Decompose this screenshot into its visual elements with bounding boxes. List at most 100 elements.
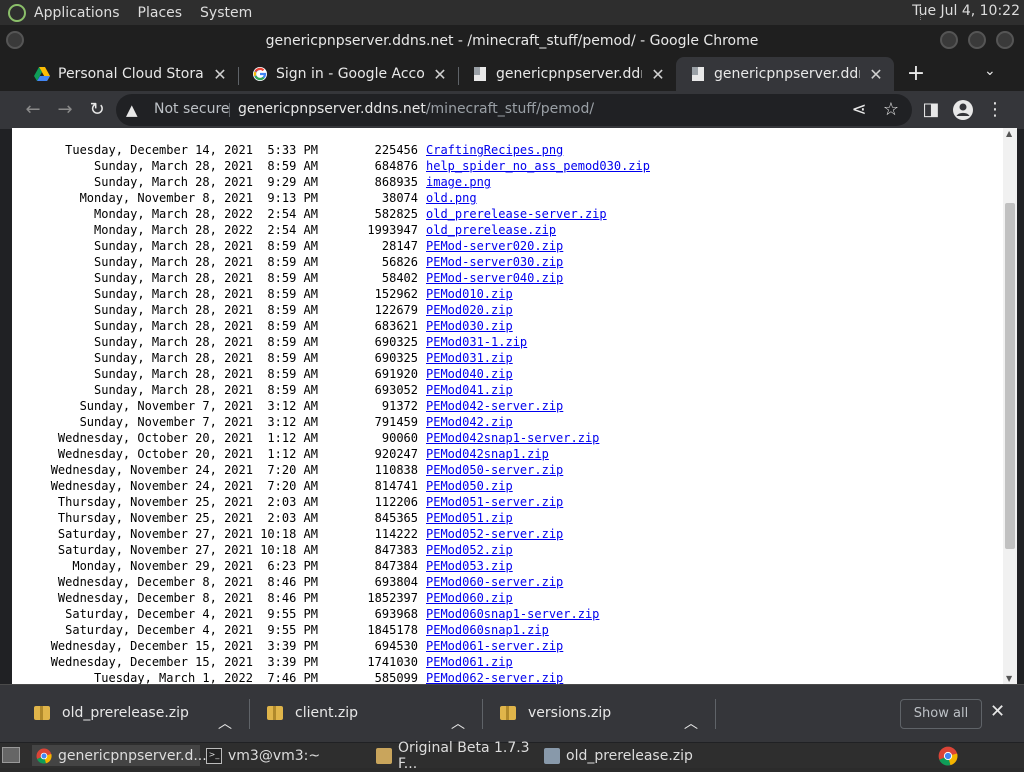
zip-file-icon: [267, 706, 283, 720]
file-size: 122679: [374, 303, 418, 317]
tab-sign-in-google[interactable]: Sign in - Google Accounts ✕: [238, 57, 458, 91]
download-item[interactable]: versions.zip: [500, 693, 611, 733]
file-link[interactable]: PEMod050-server.zip: [426, 463, 563, 477]
menu-places[interactable]: Places: [138, 5, 183, 21]
file-link[interactable]: PEMod060snap1-server.zip: [426, 607, 599, 621]
chevron-down-icon[interactable]: ⌄: [984, 63, 996, 79]
chevron-up-icon[interactable]: ︿: [451, 703, 465, 743]
file-link[interactable]: CraftingRecipes.png: [426, 143, 563, 157]
window-menu-button[interactable]: [6, 31, 24, 49]
file-link[interactable]: PEMod052.zip: [426, 543, 513, 557]
chevron-up-icon[interactable]: ︿: [218, 703, 232, 743]
file-link[interactable]: PEMod042snap1-server.zip: [426, 431, 599, 445]
file-link[interactable]: PEMod031.zip: [426, 351, 513, 365]
scroll-up-icon[interactable]: ▲: [1006, 129, 1012, 138]
download-separator: [249, 699, 250, 729]
file-link[interactable]: PEMod061-server.zip: [426, 639, 563, 653]
file-date: Monday, March 28, 2022 2:54 AM: [94, 207, 318, 221]
download-item[interactable]: client.zip: [267, 693, 358, 733]
file-size: 1852397: [367, 591, 418, 605]
close-window-button[interactable]: [996, 31, 1014, 49]
close-icon[interactable]: ✕: [650, 65, 666, 84]
maximize-button[interactable]: [968, 31, 986, 49]
file-link[interactable]: PEMod051-server.zip: [426, 495, 563, 509]
tab-personal-cloud-storage[interactable]: Personal Cloud Storage & F ✕: [20, 57, 238, 91]
file-link[interactable]: PEMod053.zip: [426, 559, 513, 573]
listing-row: Sunday, March 28, 2021 8:59 AM 28147 PEMod…: [12, 238, 650, 254]
window-title: genericpnpserver.ddns.net - /minecraft_s…: [265, 33, 759, 49]
distro-logo-icon[interactable]: [8, 3, 26, 22]
scroll-down-icon[interactable]: ▼: [1006, 674, 1012, 683]
file-link[interactable]: PEMod041.zip: [426, 383, 513, 397]
chevron-up-icon[interactable]: ︿: [684, 703, 698, 743]
file-link[interactable]: PEMod060.zip: [426, 591, 513, 605]
file-link[interactable]: PEMod050.zip: [426, 479, 513, 493]
tab-genericpnpserver-1[interactable]: genericpnpserver.ddns.net ✕: [458, 57, 676, 91]
file-link[interactable]: image.png: [426, 175, 491, 189]
file-link[interactable]: PEMod042snap1.zip: [426, 447, 549, 461]
file-link[interactable]: PEMod042.zip: [426, 415, 513, 429]
close-icon[interactable]: ✕: [990, 701, 1005, 722]
file-link[interactable]: PEMod042-server.zip: [426, 399, 563, 413]
close-icon[interactable]: ✕: [212, 65, 228, 84]
address-bar[interactable]: ▲ Not secure genericpnpserver.ddns.net/m…: [116, 94, 912, 126]
close-icon[interactable]: ✕: [432, 65, 448, 84]
side-panel-icon[interactable]: ◨: [920, 99, 942, 121]
file-link[interactable]: PEMod051.zip: [426, 511, 513, 525]
file-link[interactable]: PEMod030.zip: [426, 319, 513, 333]
task-chrome[interactable]: genericpnpserver.d...: [32, 745, 207, 766]
file-date: Wednesday, December 15, 2021 3:39 PM: [50, 639, 318, 653]
show-desktop-icon[interactable]: [2, 747, 20, 763]
file-link[interactable]: PEMod-server030.zip: [426, 255, 563, 269]
bookmark-star-icon[interactable]: ☆: [880, 99, 902, 121]
file-link[interactable]: old_prerelease-server.zip: [426, 207, 607, 221]
share-icon[interactable]: ⋖: [848, 99, 870, 121]
reload-icon[interactable]: ↻: [86, 99, 108, 121]
url-text[interactable]: genericpnpserver.ddns.net/minecraft_stuf…: [238, 101, 594, 117]
file-link[interactable]: PEMod060-server.zip: [426, 575, 563, 589]
security-label[interactable]: Not secure: [154, 101, 230, 117]
show-all-downloads-button[interactable]: Show all: [900, 699, 982, 729]
tray-chrome-icon[interactable]: [938, 746, 958, 766]
listing-row: Monday, November 29, 2021 6:23 PM 847384 P…: [12, 558, 650, 574]
file-link[interactable]: PEMod062-server.zip: [426, 671, 563, 684]
new-tab-button[interactable]: +: [906, 57, 926, 91]
file-date: Saturday, November 27, 2021 10:18 AM: [57, 543, 318, 557]
listing-row: Sunday, November 7, 2021 3:12 AM 791459 PE…: [12, 414, 650, 430]
task-archive-manager[interactable]: old_prerelease.zip: [540, 745, 710, 766]
file-link[interactable]: help_spider_no_ass_pemod030.zip: [426, 159, 650, 173]
file-link[interactable]: PEMod031-1.zip: [426, 335, 527, 349]
file-link[interactable]: PEMod061.zip: [426, 655, 513, 669]
file-date: Sunday, March 28, 2021 8:59 AM: [94, 319, 318, 333]
minimize-button[interactable]: [940, 31, 958, 49]
warning-icon[interactable]: ▲: [126, 101, 138, 119]
profile-avatar-icon[interactable]: [952, 99, 974, 121]
file-link[interactable]: PEMod-server040.zip: [426, 271, 563, 285]
file-link[interactable]: PEMod020.zip: [426, 303, 513, 317]
menu-applications[interactable]: Applications: [34, 5, 120, 21]
file-link[interactable]: old_prerelease.zip: [426, 223, 556, 237]
file-link[interactable]: PEMod052-server.zip: [426, 527, 563, 541]
scrollbar-thumb[interactable]: [1005, 203, 1015, 549]
file-link[interactable]: PEMod010.zip: [426, 287, 513, 301]
task-file-manager[interactable]: Original Beta 1.7.3 F...: [372, 740, 538, 772]
task-terminal[interactable]: >_ vm3@vm3:~: [202, 745, 366, 766]
window-titlebar[interactable]: genericpnpserver.ddns.net - /minecraft_s…: [0, 25, 1024, 55]
file-size: 847383: [374, 543, 418, 557]
file-size: 694530: [374, 639, 418, 653]
file-link[interactable]: PEMod-server020.zip: [426, 239, 563, 253]
download-item[interactable]: old_prerelease.zip: [34, 693, 189, 733]
task-label: old_prerelease.zip: [566, 747, 693, 764]
file-link[interactable]: old.png: [426, 191, 477, 205]
kebab-menu-icon[interactable]: ⋮: [984, 99, 1006, 121]
file-link[interactable]: PEMod060snap1.zip: [426, 623, 549, 637]
forward-arrow-icon[interactable]: →: [54, 99, 76, 121]
close-icon[interactable]: ✕: [868, 65, 884, 84]
tab-genericpnpserver-2[interactable]: genericpnpserver.ddns.net ✕: [676, 57, 894, 91]
menu-system[interactable]: System: [200, 5, 252, 21]
vertical-scrollbar[interactable]: ▲ ▼: [1003, 128, 1017, 684]
file-size: 152962: [374, 287, 418, 301]
file-link[interactable]: PEMod040.zip: [426, 367, 513, 381]
clock[interactable]: Tue Jul 4, 10:22: [912, 3, 1020, 19]
back-arrow-icon[interactable]: ←: [22, 99, 44, 121]
